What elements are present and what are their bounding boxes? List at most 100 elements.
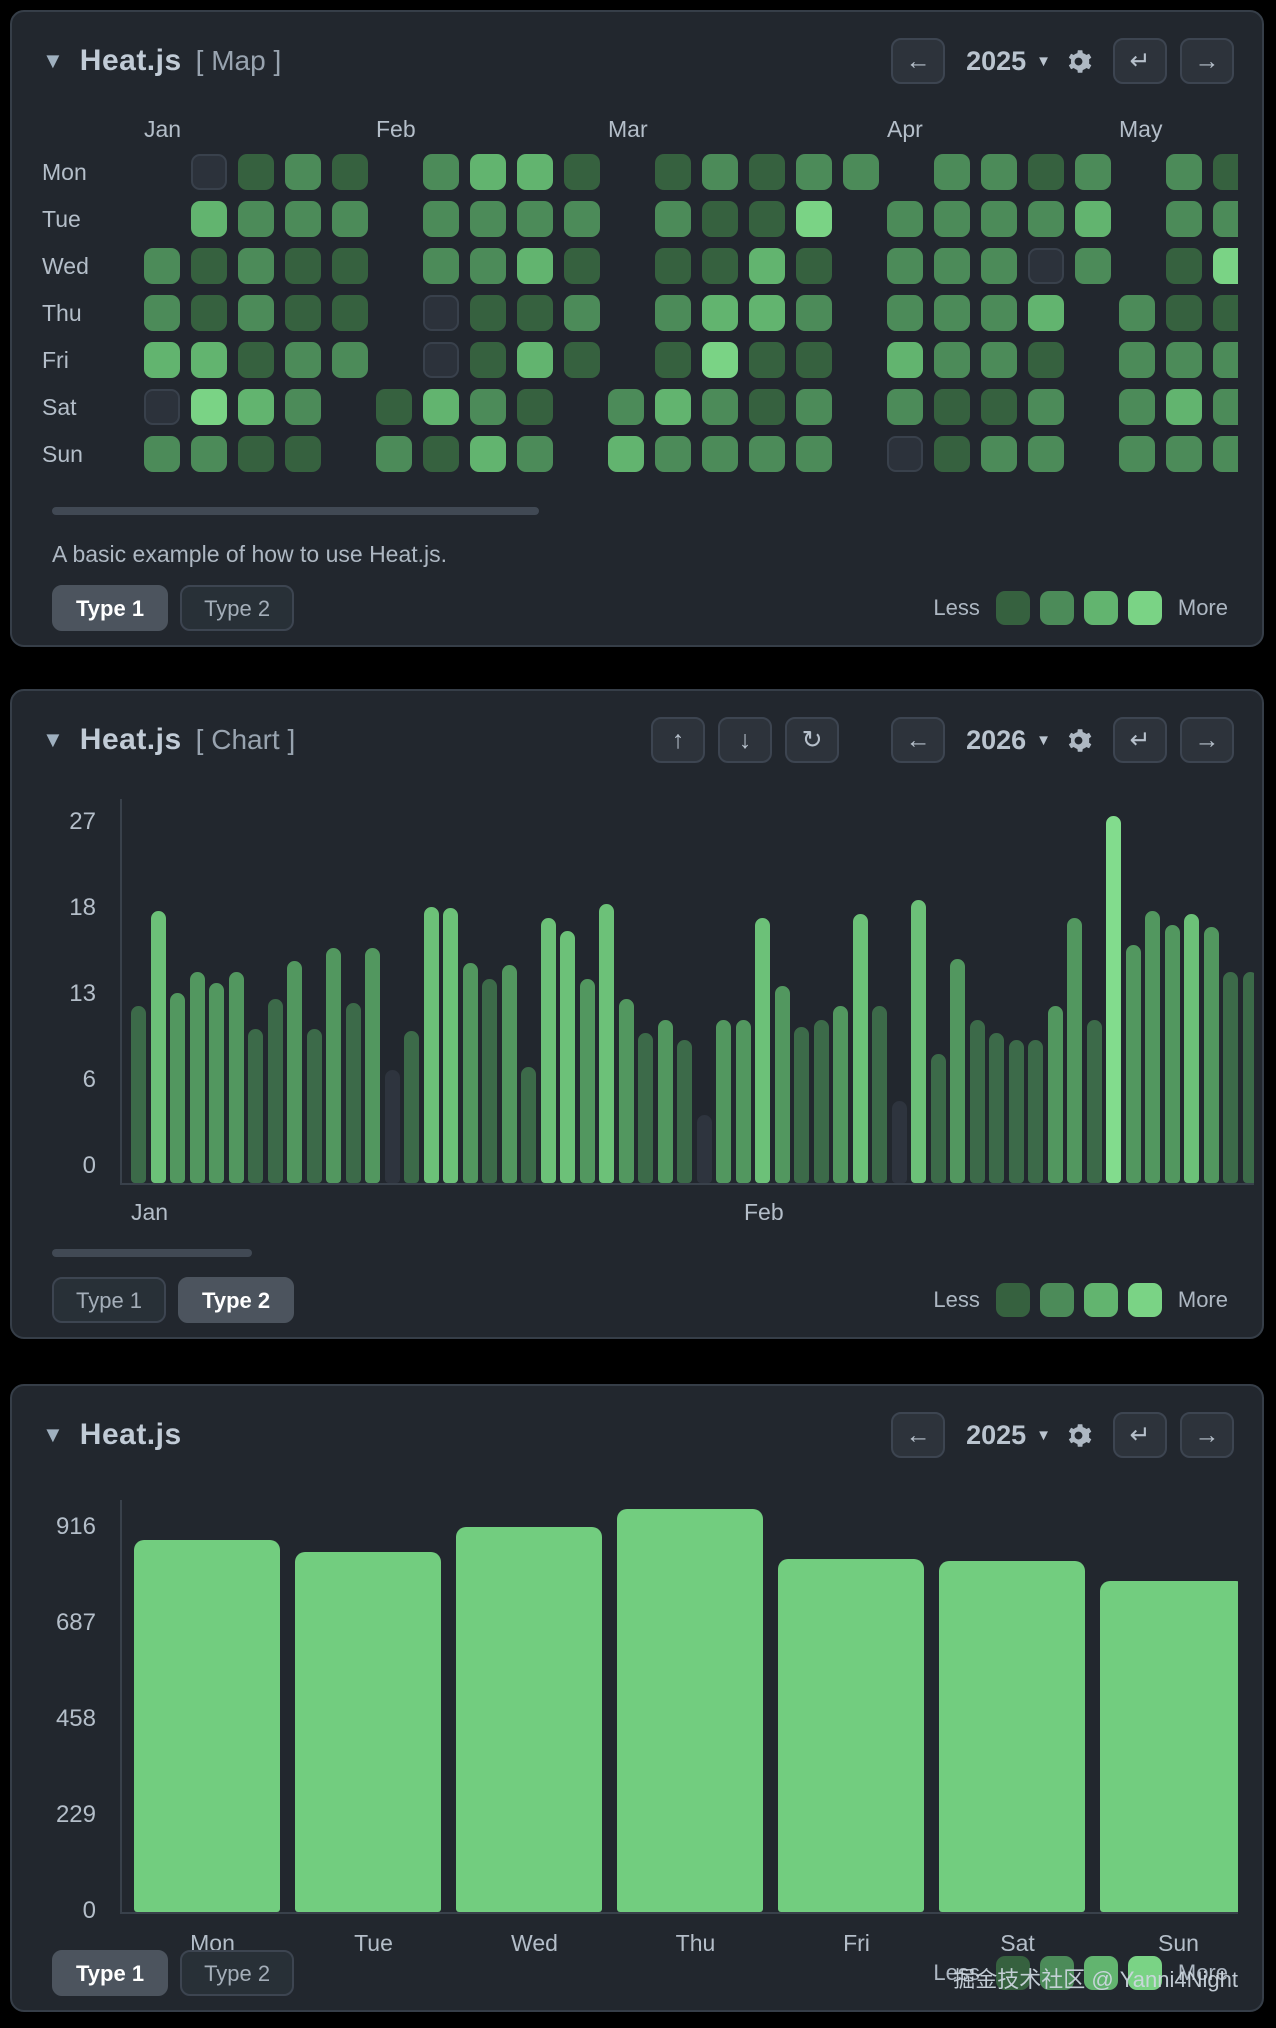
chart-bar[interactable]: [1184, 914, 1199, 1183]
heat-cell[interactable]: [1213, 436, 1238, 472]
heat-cell[interactable]: [1213, 389, 1238, 425]
heat-cell[interactable]: [1213, 342, 1238, 378]
heat-cell[interactable]: [238, 389, 274, 425]
chart-bar[interactable]: [248, 1029, 263, 1183]
chart-bar[interactable]: [989, 1033, 1004, 1183]
chart-bar[interactable]: [580, 979, 595, 1183]
heat-cell[interactable]: [702, 248, 738, 284]
chart-bar[interactable]: [1223, 972, 1238, 1183]
heat-cell[interactable]: [1028, 295, 1064, 331]
heat-cell[interactable]: [517, 436, 553, 472]
chart-bar[interactable]: [151, 911, 166, 1183]
heat-cell[interactable]: [702, 389, 738, 425]
heat-cell[interactable]: [285, 436, 321, 472]
heat-cell[interactable]: [749, 436, 785, 472]
gear-icon[interactable]: [1065, 48, 1092, 75]
heat-cell[interactable]: [934, 248, 970, 284]
heat-cell[interactable]: [981, 154, 1017, 190]
heat-cell[interactable]: [1119, 389, 1155, 425]
heat-cell[interactable]: [1028, 436, 1064, 472]
heat-cell[interactable]: [702, 436, 738, 472]
heat-cell[interactable]: [887, 248, 923, 284]
heat-cell[interactable]: [517, 248, 553, 284]
heat-cell[interactable]: [517, 154, 553, 190]
chart-bar[interactable]: [404, 1031, 419, 1183]
heat-cell[interactable]: [655, 436, 691, 472]
previous-year-button[interactable]: ←: [891, 1412, 945, 1458]
type2-button[interactable]: Type 2: [180, 1950, 294, 1996]
weekday-bar[interactable]: [778, 1559, 924, 1912]
heat-cell[interactable]: [1028, 154, 1064, 190]
heat-cell[interactable]: [285, 295, 321, 331]
chart-bar[interactable]: [521, 1067, 536, 1183]
heat-cell[interactable]: [470, 154, 506, 190]
heat-cell[interactable]: [332, 342, 368, 378]
collapse-icon[interactable]: ▼: [42, 48, 64, 74]
heat-cell[interactable]: [843, 154, 879, 190]
scrollbar-thumb[interactable]: [52, 1249, 252, 1257]
heat-cell[interactable]: [517, 201, 553, 237]
chart-bar[interactable]: [1009, 1040, 1024, 1183]
heat-cell[interactable]: [981, 295, 1017, 331]
chart-bar[interactable]: [970, 1020, 985, 1183]
heat-cell[interactable]: [332, 248, 368, 284]
heat-cell[interactable]: [608, 436, 644, 472]
heat-cell[interactable]: [1166, 248, 1202, 284]
heat-cell[interactable]: [887, 342, 923, 378]
chart-bar[interactable]: [892, 1101, 907, 1183]
heat-cell[interactable]: [470, 248, 506, 284]
heat-cell[interactable]: [238, 201, 274, 237]
chart-bar[interactable]: [638, 1033, 653, 1183]
heat-cell[interactable]: [887, 436, 923, 472]
heat-cell[interactable]: [796, 295, 832, 331]
scroll-down-button[interactable]: ↓: [718, 717, 772, 763]
chart-bar[interactable]: [463, 963, 478, 1183]
chart-bar[interactable]: [541, 918, 556, 1183]
refresh-button[interactable]: ↻: [785, 717, 839, 763]
heat-cell[interactable]: [238, 248, 274, 284]
heat-cell[interactable]: [749, 154, 785, 190]
heat-cell[interactable]: [332, 201, 368, 237]
heat-cell[interactable]: [238, 342, 274, 378]
chart-bar[interactable]: [794, 1027, 809, 1183]
heat-cell[interactable]: [981, 342, 1017, 378]
heat-cell[interactable]: [564, 154, 600, 190]
heat-cell[interactable]: [1166, 436, 1202, 472]
chart-bar[interactable]: [385, 1070, 400, 1183]
jump-to-current-button[interactable]: ↵: [1113, 1412, 1167, 1458]
chart-bar[interactable]: [775, 986, 790, 1183]
chart-bar[interactable]: [911, 900, 926, 1183]
heat-cell[interactable]: [332, 154, 368, 190]
heat-cell[interactable]: [517, 342, 553, 378]
collapse-icon[interactable]: ▼: [42, 1422, 64, 1448]
heat-cell[interactable]: [423, 201, 459, 237]
heat-cell[interactable]: [655, 154, 691, 190]
heat-cell[interactable]: [702, 201, 738, 237]
chart-bar[interactable]: [599, 904, 614, 1183]
heat-cell[interactable]: [887, 389, 923, 425]
heat-cell[interactable]: [1166, 295, 1202, 331]
heat-cell[interactable]: [238, 436, 274, 472]
type2-button[interactable]: Type 2: [178, 1277, 294, 1323]
year-picker[interactable]: 2025 ▼: [966, 1420, 1092, 1451]
heat-cell[interactable]: [608, 389, 644, 425]
heat-cell[interactable]: [749, 342, 785, 378]
heat-cell[interactable]: [285, 248, 321, 284]
heat-cell[interactable]: [1028, 201, 1064, 237]
chart-bar[interactable]: [755, 918, 770, 1183]
chart-bar[interactable]: [1028, 1040, 1043, 1183]
heat-cell[interactable]: [702, 154, 738, 190]
heat-cell[interactable]: [1028, 389, 1064, 425]
chart-bar[interactable]: [833, 1006, 848, 1183]
heat-cell[interactable]: [934, 201, 970, 237]
heat-cell[interactable]: [796, 436, 832, 472]
heat-cell[interactable]: [191, 342, 227, 378]
gear-icon[interactable]: [1065, 727, 1092, 754]
heat-cell[interactable]: [981, 201, 1017, 237]
chart-bar[interactable]: [287, 961, 302, 1183]
jump-to-current-button[interactable]: ↵: [1113, 38, 1167, 84]
chart-bar[interactable]: [814, 1020, 829, 1183]
heat-cell[interactable]: [1213, 295, 1238, 331]
heat-cell[interactable]: [1213, 154, 1238, 190]
type1-button[interactable]: Type 1: [52, 1277, 166, 1323]
